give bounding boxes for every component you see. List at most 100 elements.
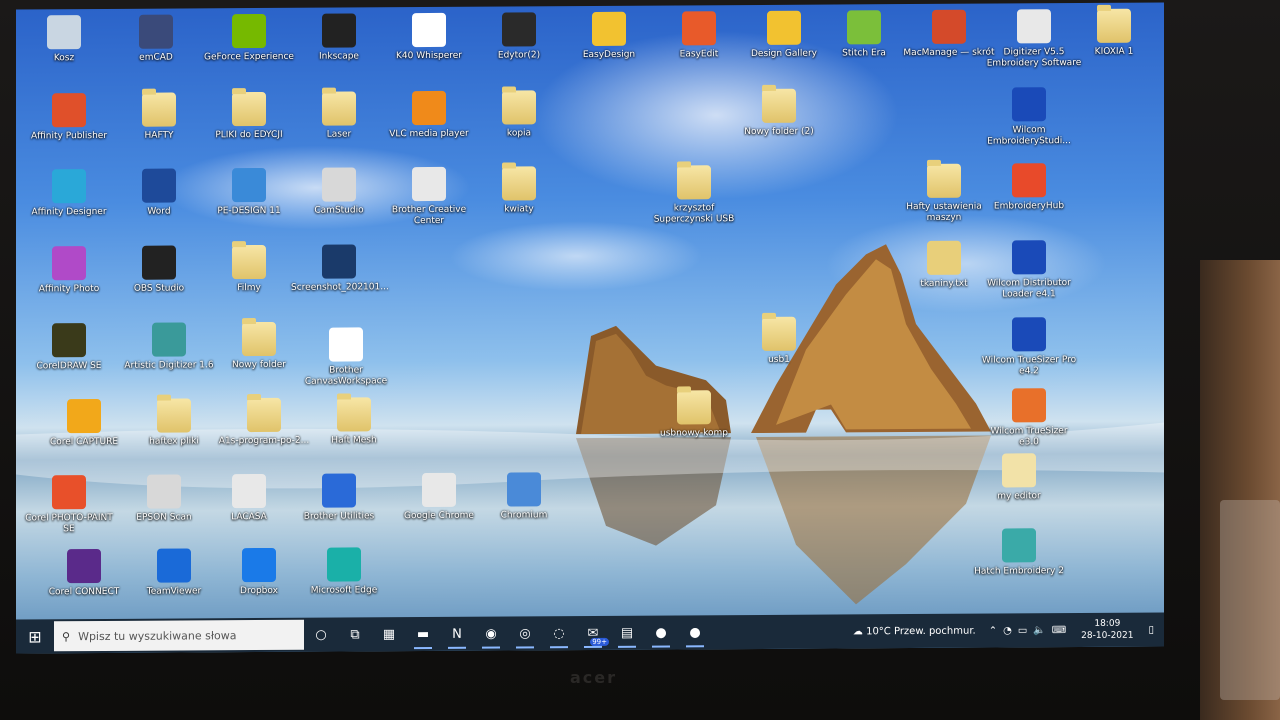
desktop-icon[interactable]: kwiaty — [471, 166, 567, 216]
desktop-icon[interactable]: Affinity Designer — [21, 169, 117, 219]
desktop-icon[interactable]: tkaniny.txt — [896, 240, 992, 291]
desktop-icon[interactable]: my editor — [971, 453, 1067, 503]
desktop-icon[interactable]: Affinity Publisher — [21, 93, 117, 143]
word-icon — [142, 168, 176, 203]
laptop-brand-logo: acer — [570, 668, 618, 687]
desktop-icon[interactable]: usb1 — [731, 316, 827, 367]
desktop-icon[interactable]: Corel PHOTO-PAINT SE — [21, 475, 117, 536]
desktop-icon[interactable]: A1s-program-po-2... — [216, 397, 312, 448]
calculator-taskbar-button[interactable]: ▤ — [610, 616, 644, 650]
mail-taskbar-button[interactable]: ✉ 99+ — [576, 616, 610, 650]
network-icon[interactable]: ◔ — [1003, 625, 1012, 636]
desktop-icon[interactable]: Word — [111, 168, 207, 218]
desktop-icon-label: PLIKI do EDYCJI — [215, 129, 283, 141]
desktop-icon[interactable]: PLIKI do EDYCJI — [201, 91, 297, 142]
dropbox-icon — [242, 547, 276, 583]
desktop-icon[interactable]: kopia — [471, 90, 567, 140]
desktop-icon[interactable]: EasyEdit — [651, 11, 747, 61]
desktop-icon[interactable]: krzysztof Superczynski USB — [646, 165, 742, 226]
desktop-icon[interactable]: Nowy folder (2) — [731, 88, 827, 139]
desktop-icon[interactable]: LACASA — [201, 473, 297, 524]
desktop-icon-label: Kosz — [53, 53, 75, 64]
desktop-icon[interactable]: Kosz — [16, 15, 112, 65]
desktop-icon[interactable]: GeForce Experience — [201, 13, 297, 64]
desktop-icon[interactable]: OBS Studio — [111, 245, 207, 295]
taskbar-pinned-apps: ○ ⧉ ▦ ▬ N ◉ ◎ ◌ ✉ 99+ ▤ ● ● — [304, 615, 712, 651]
desktop-icon[interactable]: Brother Creative Center — [381, 166, 477, 228]
desktop-icon-label: krzysztof Superczynski USB — [653, 203, 735, 225]
clock[interactable]: 18:09 28-10-2021 — [1081, 618, 1133, 642]
desktop-icon[interactable]: Filmy — [201, 244, 297, 295]
canvasworkspace-icon — [329, 327, 363, 362]
weather-widget[interactable]: ☁ 10°C Przew. pochmur. — [853, 625, 976, 637]
desktop-icon[interactable]: PE-DESIGN 11 — [201, 167, 297, 218]
desktop-icon[interactable]: Wilcom EmbroideryStudi... — [981, 87, 1077, 148]
app-taskbar-button-1[interactable]: ● — [644, 615, 678, 649]
folder-icon — [232, 91, 266, 127]
desktop-icon[interactable]: Hafty ustawienia maszyn — [896, 163, 992, 225]
design-gallery-icon — [767, 10, 801, 45]
desktop-icon[interactable]: Laser — [291, 91, 387, 141]
desktop-icon[interactable]: Edytor(2) — [471, 12, 567, 62]
desktop-icon[interactable]: CamStudio — [291, 167, 387, 217]
file-explorer-button[interactable]: ▬ — [406, 617, 440, 651]
desktop-icon[interactable]: EmbroideryHub — [981, 163, 1077, 213]
desktop-icon[interactable]: HAFTY — [111, 92, 207, 142]
start-button[interactable]: ⊞ — [16, 619, 54, 653]
chromium-taskbar-icon: ◎ — [519, 625, 531, 641]
desktop-icon[interactable]: KIOXIA 1 — [1066, 8, 1162, 59]
desktop-icon[interactable]: Wilcom Distributor Loader e4.1 — [981, 240, 1077, 301]
calendar-app-button[interactable]: ▦ — [372, 617, 406, 651]
calendar-app-icon: ▦ — [382, 626, 396, 642]
desktop-icon[interactable]: Wilcom TrueSizer Pro e4.2 — [981, 317, 1077, 378]
edge-taskbar-button[interactable]: ◉ — [474, 617, 508, 651]
search-box[interactable]: ⚲ Wpisz tu wyszukiwane słowa — [54, 619, 304, 652]
desktop-icon[interactable]: VLC media player — [381, 90, 477, 141]
desktop-icon-label: KIOXIA 1 — [1094, 46, 1134, 57]
desktop-icon[interactable]: Affinity Photo — [21, 246, 117, 296]
desktop-icon[interactable]: Brother CanvasWorkspace — [298, 327, 394, 388]
task-view-button[interactable]: ⧉ — [338, 617, 372, 651]
desktop-icon[interactable]: Chromium — [476, 472, 572, 522]
battery-icon[interactable]: ▭ — [1018, 625, 1027, 636]
desktop-icon[interactable]: Artistic Digitizer 1.6 — [121, 322, 217, 372]
desktop-icon[interactable]: K40 Whisperer — [381, 12, 477, 63]
volume-icon[interactable]: 🔈 — [1033, 625, 1045, 636]
chromium-taskbar-button[interactable]: ◎ — [508, 616, 542, 650]
desktop-icon[interactable]: Hatch Embroidery 2 — [971, 528, 1067, 578]
emcad-icon — [139, 14, 173, 49]
desktop-icon[interactable]: usbnowy-komp — [646, 390, 742, 440]
desktop-icon-label: Hafty ustawienia maszyn — [906, 201, 982, 223]
desktop-icon[interactable]: haftex pliki — [126, 398, 222, 448]
chevron-up-icon[interactable]: ⌃ — [989, 625, 997, 636]
folder-icon — [1097, 8, 1131, 43]
desktop-icon[interactable]: Screenshot_202101... — [291, 244, 389, 294]
desktop-icon[interactable]: Dropbox — [211, 547, 307, 598]
desktop-icon[interactable]: emCAD — [108, 14, 204, 64]
desktop-icon[interactable]: EasyDesign — [561, 11, 657, 62]
stitch-era-icon — [847, 10, 881, 45]
desktop-icon[interactable]: Wilcom TrueSizer e3.0 — [981, 388, 1077, 449]
folder-icon — [927, 163, 961, 198]
cortana-button[interactable]: ○ — [304, 618, 338, 652]
background-desk — [1200, 260, 1280, 720]
desktop-icon[interactable]: CorelDRAW SE — [21, 323, 117, 373]
desktop-icon[interactable]: Google Chrome — [391, 472, 487, 523]
keyboard-icon[interactable]: ⌨ — [1052, 625, 1066, 636]
desktop-icon[interactable]: Corel CAPTURE — [36, 398, 132, 449]
obs-taskbar-button[interactable]: ◌ — [542, 616, 576, 650]
desktop-icon[interactable]: EPSON Scan — [116, 474, 212, 524]
desktop-icon-label: kwiaty — [504, 204, 534, 215]
desktop-icon[interactable]: Microsoft Edge — [296, 547, 392, 597]
notifications-icon[interactable]: ▯ — [1148, 624, 1154, 635]
desktop-icon[interactable]: MacManage — skrót — [901, 9, 997, 60]
desktop-icon[interactable]: Brother Utilities — [291, 473, 387, 523]
n-app-button[interactable]: N — [440, 617, 474, 651]
desktop-icon[interactable]: Inkscape — [291, 13, 387, 63]
desktop-icon[interactable]: Corel CONNECT — [36, 548, 132, 599]
desktop-icon[interactable]: TeamViewer — [126, 548, 222, 598]
app-taskbar-button-2[interactable]: ● — [678, 615, 712, 649]
desktop-icon[interactable]: Stitch Era — [816, 10, 912, 60]
desktop-icon[interactable]: Haft Mesh — [306, 397, 402, 447]
desktop-icon[interactable]: Nowy folder — [211, 321, 307, 372]
